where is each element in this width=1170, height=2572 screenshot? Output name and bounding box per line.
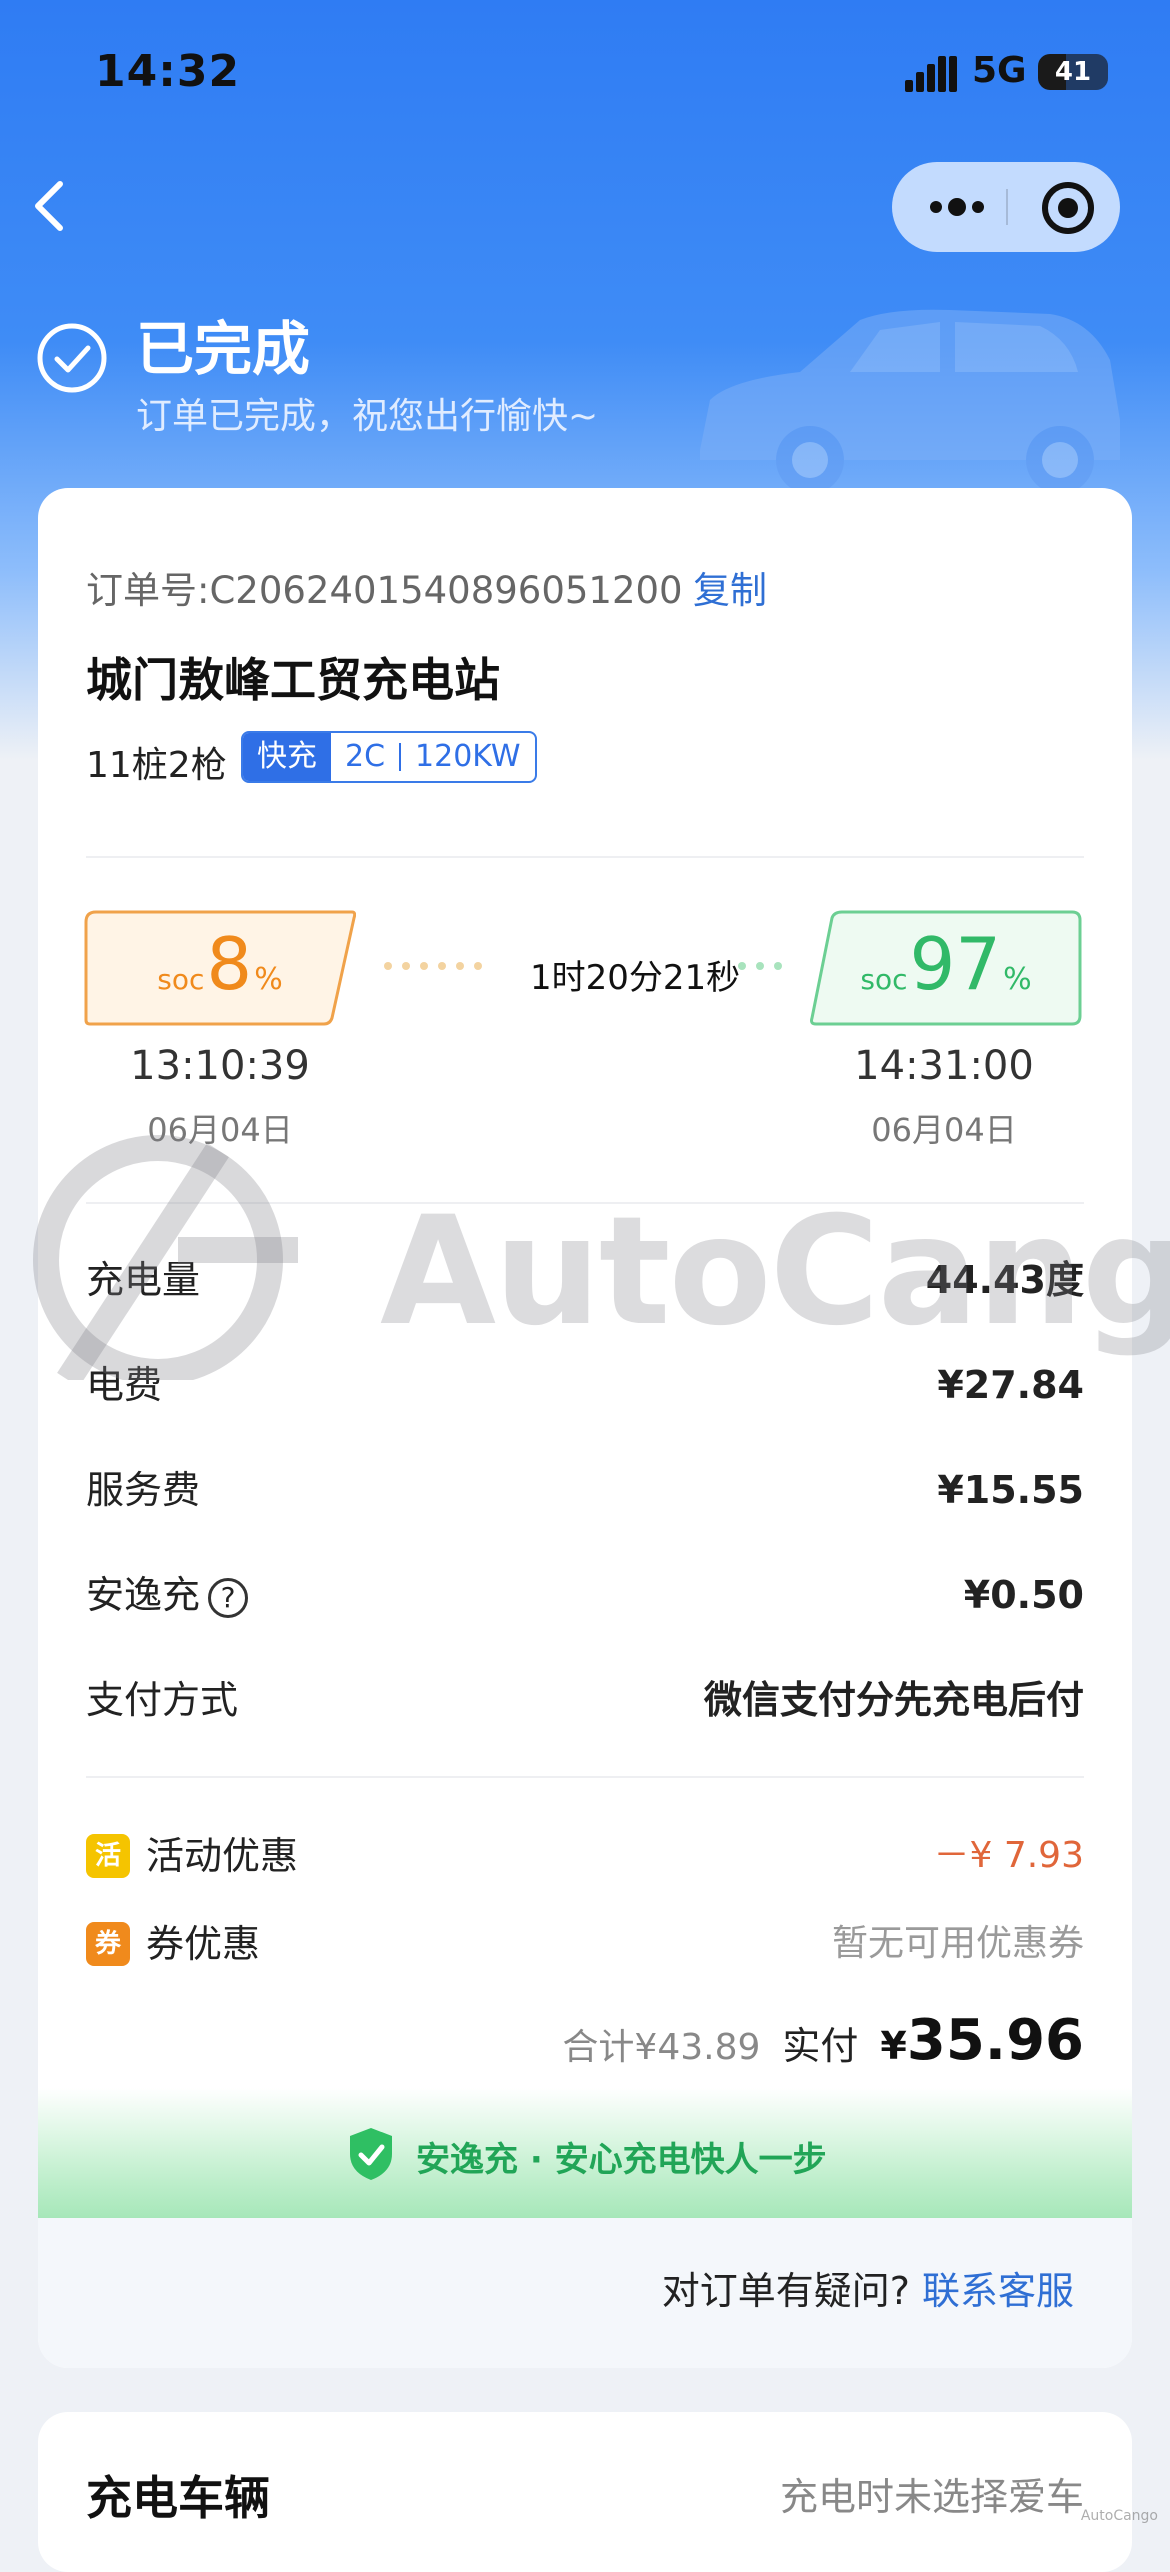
question-icon[interactable]: ? (208, 1577, 249, 1618)
fee-row-electricity: 电费 ¥27.84 (86, 1355, 1084, 1415)
end-time: 14:31:00 (854, 1043, 1034, 1089)
battery-icon: 41 (1038, 54, 1108, 90)
divider (86, 856, 1084, 858)
end-soc-percent: % (1003, 962, 1032, 997)
coupon-badge: 券 (86, 1922, 130, 1966)
insurance-banner[interactable]: 安逸充 · 安心充电快人一步 (38, 2088, 1132, 2218)
status-time: 14:32 (95, 46, 241, 97)
help-text: 对订单有疑问? 联系客服 (662, 2260, 1074, 2315)
shield-icon (350, 2128, 392, 2180)
contact-service-link[interactable]: 联系客服 (922, 2269, 1074, 2313)
coupon-value: 暂无可用优惠券 (831, 1923, 1084, 1964)
activity-discount-label: 活动优惠 (146, 1834, 299, 1878)
payment-method-label: 支付方式 (86, 1678, 239, 1722)
help-question: 对订单有疑问? (661, 2269, 910, 2313)
fee-row-insurance: 安逸充? ¥0.50 (86, 1565, 1084, 1625)
electricity-label: 电费 (86, 1363, 163, 1407)
start-date: 06月04日 (147, 1111, 293, 1149)
end-date: 06月04日 (871, 1111, 1017, 1149)
target-icon[interactable] (1040, 180, 1096, 236)
status-bar: 14:32 5G 41 (0, 0, 1170, 150)
order-card: 订单号:C2062401540896051200 复制 城门敖峰工贸充电站 11… (38, 488, 1132, 2368)
end-soc-label: soc (860, 963, 908, 996)
charging-duration: 1时20分21秒 (530, 958, 741, 998)
tag-rate: 2C (345, 739, 386, 774)
capsule-divider (1006, 189, 1008, 225)
service-fee-value: ¥15.55 (937, 1468, 1084, 1512)
fee-row-energy: 充电量 44.43度 (86, 1250, 1084, 1310)
divider (86, 1202, 1084, 1204)
charger-tags: 快充 2C 120KW (241, 731, 537, 783)
coupon-label: 券优惠 (146, 1922, 261, 1966)
signal-icon (905, 56, 957, 92)
progress-dots-end (738, 962, 782, 972)
fee-row-payment: 支付方式 微信支付分先充电后付 (86, 1670, 1084, 1730)
more-icon[interactable] (922, 182, 992, 232)
end-soc-box: soc 97 % (810, 910, 1082, 1026)
start-soc-box: soc 8 % (84, 910, 356, 1026)
end-soc-value: 97 (909, 922, 1002, 1006)
promo-row-coupon[interactable]: 券 券优惠 暂无可用优惠券 (86, 1912, 1084, 1976)
divider (86, 1776, 1084, 1778)
insurance-value: ¥0.50 (963, 1573, 1084, 1617)
energy-label: 充电量 (86, 1258, 201, 1302)
paid-currency: ¥ (880, 2024, 907, 2068)
paid-label: 实付 (782, 2024, 859, 2068)
start-soc-value: 8 (206, 922, 253, 1006)
fee-row-service: 服务费 ¥15.55 (86, 1460, 1084, 1520)
insurance-banner-text: 安逸充 · 安心充电快人一步 (416, 2140, 827, 2180)
total-row: 合计¥43.89 实付 ¥ 35.96 (562, 2008, 1084, 2073)
vehicle-value: 充电时未选择爱车 (779, 2475, 1084, 2519)
total-amount: 合计¥43.89 (562, 2027, 761, 2068)
tag-power: 120KW (415, 739, 521, 774)
service-fee-label: 服务费 (86, 1468, 201, 1512)
promo-row-activity: 活 活动优惠 －¥ 7.93 (86, 1824, 1084, 1888)
start-soc-label: soc (157, 963, 205, 996)
car-illustration (700, 309, 1120, 494)
insurance-label: 安逸充 (86, 1573, 201, 1617)
start-soc-percent: % (254, 962, 283, 997)
payment-method-value: 微信支付分先充电后付 (703, 1678, 1084, 1722)
tag-fast-charge: 快充 (243, 733, 331, 781)
battery-level: 41 (1054, 57, 1092, 87)
order-status-title: 已完成 (136, 315, 311, 383)
network-type: 5G (972, 50, 1027, 91)
activity-badge: 活 (86, 1834, 130, 1878)
mini-program-capsule (892, 162, 1120, 252)
station-name[interactable]: 城门敖峰工贸充电站 (86, 644, 500, 710)
vehicle-title: 充电车辆 (86, 2471, 270, 2525)
help-section: 对订单有疑问? 联系客服 (38, 2218, 1132, 2368)
progress-dots-start (384, 962, 482, 972)
order-status-subtitle: 订单已完成，祝您出行愉快~ (136, 396, 599, 437)
vehicle-card[interactable]: 充电车辆 充电时未选择爱车 (38, 2412, 1132, 2572)
paid-amount: 35.96 (906, 2008, 1084, 2073)
activity-discount-value: －¥ 7.93 (933, 1835, 1084, 1876)
start-time: 13:10:39 (130, 1043, 310, 1089)
back-icon[interactable] (26, 176, 76, 236)
energy-value: 44.43度 (925, 1258, 1084, 1302)
check-circle-icon (37, 323, 107, 393)
watermark-corner: AutoCango (1080, 2508, 1158, 2524)
copy-button[interactable]: 复制 (693, 560, 767, 614)
order-number: 订单号:C2062401540896051200 (86, 569, 683, 612)
electricity-value: ¥27.84 (937, 1363, 1084, 1407)
pile-count: 11桩2枪 (86, 745, 227, 786)
